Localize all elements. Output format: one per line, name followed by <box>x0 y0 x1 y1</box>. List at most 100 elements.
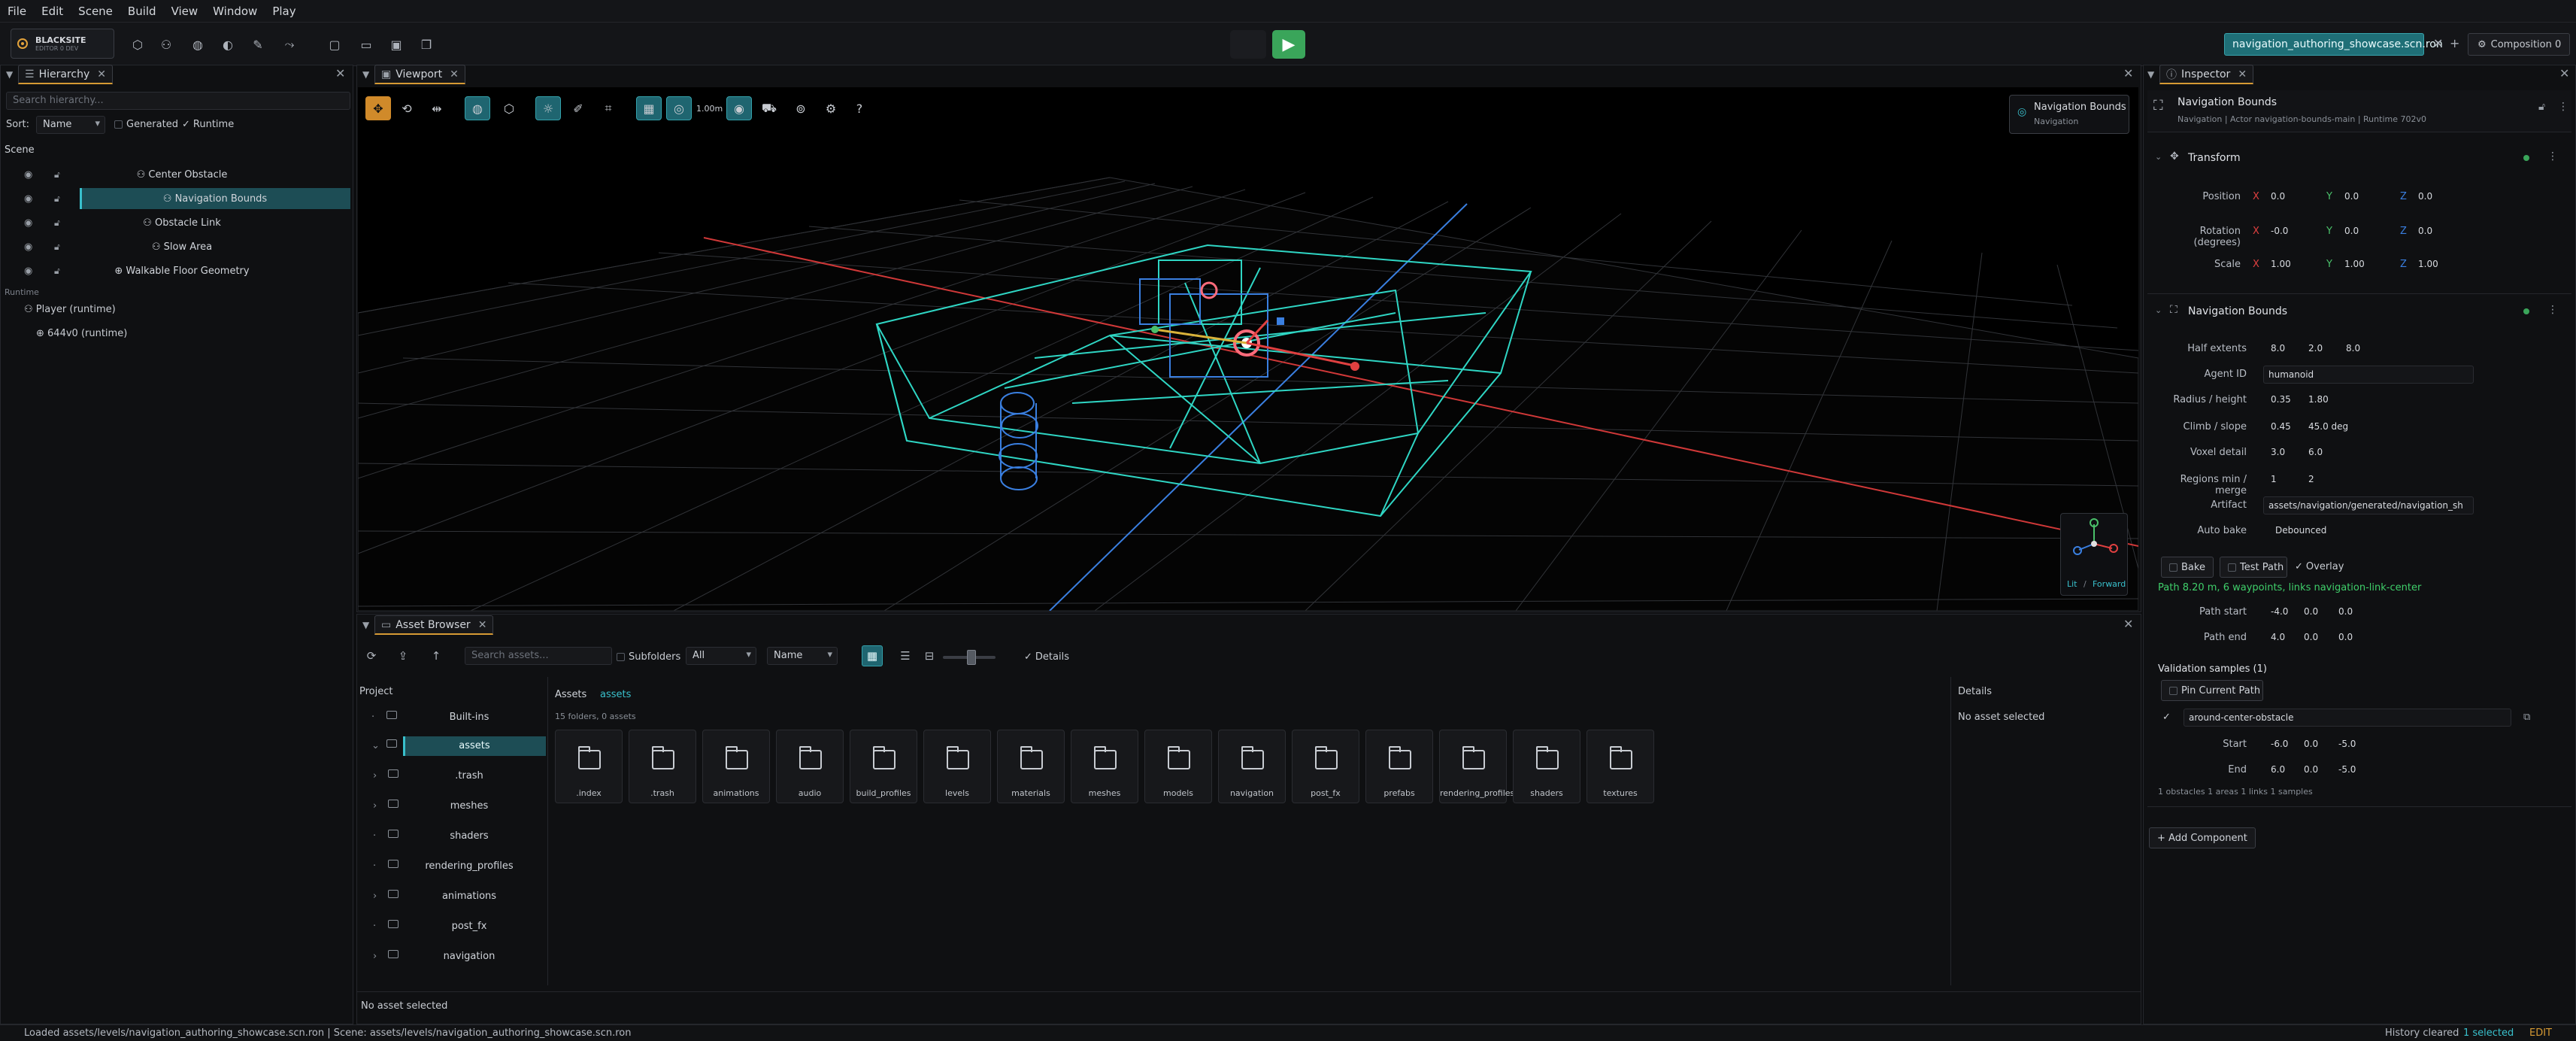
help-button[interactable]: ? <box>847 96 872 120</box>
asset-folder[interactable]: build_profiles <box>850 730 917 803</box>
expand-icon[interactable]: · <box>371 712 374 723</box>
thumbnail-size-icon[interactable]: ⊟ <box>919 645 940 666</box>
save-icon[interactable]: ▣ <box>385 33 408 56</box>
hierarchy-item-walkable-floor[interactable]: ◉ 🔓︎ ⊕ Walkable Floor Geometry <box>15 260 349 281</box>
stop-button[interactable] <box>1230 30 1266 59</box>
asset-folder[interactable]: prefabs <box>1365 730 1433 803</box>
new-file-icon[interactable]: ▢ <box>323 33 346 56</box>
tab-hierarchy[interactable]: ☰ Hierarchy ✕ <box>18 65 113 84</box>
hierarchy-item-obstacle-link[interactable]: ◉ 🔓︎ ⚇ Obstacle Link <box>15 212 349 233</box>
property-field[interactable]: 4.0 <box>2266 629 2299 647</box>
refresh-icon[interactable]: ⟳ <box>361 645 382 666</box>
close-hierarchy-panel-icon[interactable]: ✕ <box>335 66 345 80</box>
cube-icon[interactable]: ⬡ <box>126 33 149 56</box>
sample-copy-icon[interactable]: ⧉ <box>2523 712 2530 723</box>
menu-edit[interactable]: Edit <box>41 5 63 18</box>
breadcrumb-current[interactable]: assets <box>600 689 631 700</box>
close-scene-tab-icon[interactable]: ✕ <box>2433 36 2443 50</box>
copy-icon[interactable]: ❐ <box>415 33 438 56</box>
lit-mode-label[interactable]: Lit <box>2067 579 2077 589</box>
property-field[interactable]: 0.0 <box>2334 603 2367 621</box>
close-asset-browser-tab-icon[interactable]: ✕ <box>478 619 487 631</box>
sample-name-field[interactable]: around-center-obstacle <box>2184 709 2511 727</box>
pin-path-button[interactable]: Pin Current Path <box>2161 680 2263 701</box>
property-field[interactable]: 1.80 <box>2304 391 2337 409</box>
property-field[interactable]: -4.0 <box>2266 603 2299 621</box>
slider-handle[interactable] <box>967 650 976 665</box>
component-menu-icon[interactable]: ⋮ <box>2547 304 2558 316</box>
auto-bake-select[interactable]: Debounced <box>2271 522 2338 540</box>
collapse-icon[interactable]: ⌄ <box>2155 305 2162 315</box>
orientation-gizmo[interactable]: Lit / Forward <box>2060 513 2128 596</box>
test-path-button[interactable]: Test Path <box>2220 557 2287 578</box>
property-field[interactable]: 6.0 <box>2266 761 2299 779</box>
runtime-toggle[interactable]: ✓ Runtime <box>182 119 234 130</box>
asset-folder[interactable]: rendering_profiles <box>1439 730 1514 803</box>
globe-icon[interactable]: ◍ <box>186 33 209 56</box>
scene-viewport[interactable]: ✥ ⟲ ⇹ ◍ ⬡ ☼ ✐ ⌗ ▦ ◎ 1.00m ◉ ⛟ ⊚ ⚙ ? ◎ Na… <box>358 87 2138 611</box>
tab-viewport[interactable]: ▣ Viewport ✕ <box>374 65 465 84</box>
expand-icon[interactable]: ⌄ <box>371 740 380 751</box>
tree-item-animations[interactable]: › animations <box>356 885 537 910</box>
asset-folder[interactable]: textures <box>1587 730 1654 803</box>
tab-inspector[interactable]: ⓘ Inspector ✕ <box>2159 65 2254 84</box>
close-asset-browser-panel-icon[interactable]: ✕ <box>2123 617 2133 631</box>
expand-icon[interactable]: · <box>373 860 376 872</box>
expand-icon[interactable]: › <box>373 770 377 782</box>
vector-field[interactable]: 0.0 <box>2340 188 2387 206</box>
asset-folder[interactable]: levels <box>923 730 991 803</box>
property-field[interactable]: 2.0 <box>2304 340 2337 358</box>
grid-view-icon[interactable]: ▦ <box>862 645 883 666</box>
panel-collapse-icon[interactable]: ▼ <box>362 615 369 635</box>
runtime-item-player[interactable]: ⚇ Player (runtime) <box>24 304 116 315</box>
frame-button[interactable]: ⌗ <box>596 96 621 120</box>
tree-item-rendering-profiles[interactable]: · rendering_profiles <box>356 854 537 880</box>
scene-tab[interactable]: navigation_authoring_showcase.scn.ron <box>2224 33 2443 56</box>
subfolders-checkbox[interactable] <box>617 653 625 661</box>
asset-folder[interactable]: post_fx <box>1292 730 1359 803</box>
asset-folder[interactable]: audio <box>776 730 844 803</box>
scale-tool-button[interactable]: ⇹ <box>424 96 450 120</box>
add-tab-button[interactable]: + <box>2450 36 2459 50</box>
close-inspector-tab-icon[interactable]: ✕ <box>2238 68 2247 80</box>
details-check-icon[interactable]: ✓ <box>1024 651 1032 663</box>
up-folder-icon[interactable]: ↑ <box>426 645 447 666</box>
expand-icon[interactable]: · <box>373 921 376 932</box>
visibility-button[interactable]: ◉ <box>726 96 752 120</box>
collapse-icon[interactable]: ⌄ <box>2155 152 2162 162</box>
property-field[interactable]: 0.0 <box>2299 603 2332 621</box>
tree-item-assets[interactable]: ⌄ assets <box>356 734 546 760</box>
add-component-button[interactable]: + Add Component <box>2149 827 2256 848</box>
hierarchy-item-center-obstacle[interactable]: ◉ 🔓︎ ⚇ Center Obstacle <box>15 164 349 185</box>
asset-folder[interactable]: navigation <box>1218 730 1286 803</box>
property-field[interactable]: 8.0 <box>2266 340 2299 358</box>
generated-checkbox[interactable] <box>114 120 123 129</box>
tree-item-builtins[interactable]: · Built-ins <box>356 706 537 731</box>
sample-enabled-check-icon[interactable]: ✓ <box>2162 712 2171 723</box>
visibility-eye-icon[interactable]: ◉ <box>24 193 32 205</box>
settings-button[interactable]: ⚙ <box>818 96 844 120</box>
vector-field[interactable]: 0.0 <box>2414 223 2460 241</box>
tree-item-post-fx[interactable]: · post_fx <box>356 915 537 940</box>
details-toggle[interactable]: ✓ Details <box>1024 651 1069 663</box>
property-field[interactable]: -5.0 <box>2334 736 2367 754</box>
lock-icon[interactable]: 🔓︎ <box>2538 101 2545 113</box>
local-space-button[interactable]: ⬡ <box>496 96 522 120</box>
snap-toggle-button[interactable]: ◎ <box>666 96 692 120</box>
thumbnail-size-slider[interactable] <box>943 650 996 665</box>
asset-folder[interactable]: models <box>1144 730 1212 803</box>
asset-folder[interactable]: .trash <box>629 730 696 803</box>
list-view-icon[interactable]: ☰ <box>895 645 916 666</box>
transform-header[interactable]: ⌄ ✥ Transform ⋮ <box>2147 147 2571 170</box>
import-icon[interactable]: ⇪ <box>392 645 414 666</box>
vector-field[interactable]: -0.0 <box>2266 223 2313 241</box>
forward-mode-label[interactable]: Forward <box>2093 579 2126 589</box>
property-field[interactable]: 1 <box>2266 471 2299 489</box>
vector-field[interactable]: 1.00 <box>2266 256 2313 274</box>
asset-folder[interactable]: meshes <box>1071 730 1138 803</box>
close-hierarchy-tab-icon[interactable]: ✕ <box>97 68 106 80</box>
network-icon[interactable]: ⚇ <box>155 33 177 56</box>
vector-field[interactable]: 0.0 <box>2340 223 2387 241</box>
agent-id-field[interactable]: humanoid <box>2263 366 2474 384</box>
asset-folder[interactable]: shaders <box>1513 730 1580 803</box>
